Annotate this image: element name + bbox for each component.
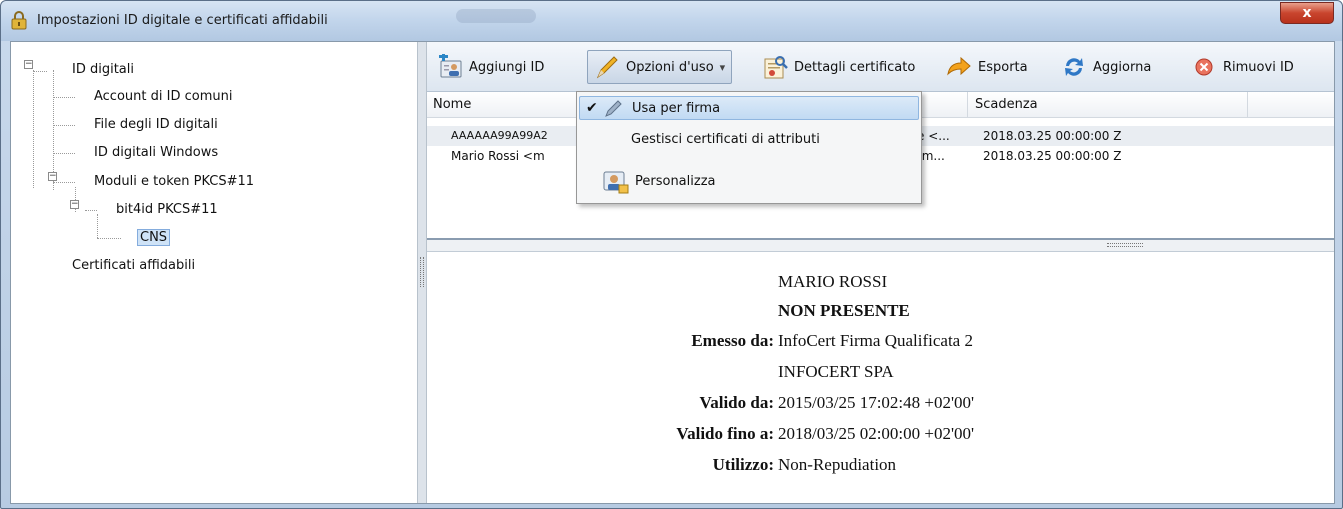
menu-item-label: Gestisci certificati di attributi (631, 132, 820, 147)
add-id-button[interactable]: Aggiungi ID (437, 50, 544, 84)
tree-connector (33, 71, 47, 72)
usage-value: Non-Repudiation (778, 455, 897, 474)
tree-item-cns[interactable]: CNS (137, 229, 171, 247)
pen-icon (605, 100, 622, 117)
tree-item-id-digitali[interactable]: ID digitali (72, 61, 134, 79)
detail-line: MARIO ROSSI (427, 272, 1334, 302)
export-arrow-icon (947, 56, 971, 76)
export-button[interactable]: Esporta (946, 50, 1028, 84)
menu-item-label: Usa per firma (632, 101, 721, 116)
menu-item-personalize[interactable]: Personalizza (579, 166, 919, 196)
detail-line: Valido fino a: 2018/03/25 02:00:00 +02'0… (427, 424, 1334, 454)
collapse-toggle[interactable]: − (48, 172, 57, 181)
issuer-organization: INFOCERT SPA (778, 362, 894, 381)
refresh-label: Aggiorna (1093, 59, 1152, 75)
certificate-details-button[interactable]: Dettagli certificato (762, 50, 915, 84)
usage-options-menu: ✔ Usa per firma Gestisci certificati di … (576, 91, 922, 204)
remove-id-label: Rimuovi ID (1223, 59, 1294, 75)
usage-options-button[interactable]: Opzioni d'uso ▾ (587, 50, 733, 84)
remove-id-button[interactable]: Rimuovi ID (1191, 50, 1294, 84)
tree-item-account-id-comuni[interactable]: Account di ID comuni (94, 88, 232, 106)
splitter-grip (420, 257, 424, 287)
title-bar[interactable]: Impostazioni ID digitale e certificati a… (1, 1, 1342, 41)
horizontal-splitter[interactable] (427, 238, 1334, 252)
checkmark-icon: ✔ (586, 100, 598, 116)
column-separator[interactable] (1247, 92, 1248, 118)
tree-connector (85, 210, 97, 211)
background-window-title (456, 9, 536, 23)
usage-label: Utilizzo: (712, 455, 774, 474)
detail-line: NON PRESENTE (427, 301, 1334, 331)
tree-item-file-id-digitali[interactable]: File degli ID digitali (94, 116, 218, 134)
tree-connector (97, 214, 98, 238)
splitter-grip (1107, 243, 1143, 247)
collapse-toggle[interactable]: − (70, 200, 79, 209)
column-header-nome[interactable]: Nome (433, 97, 471, 112)
vertical-splitter[interactable] (417, 42, 427, 503)
close-icon: x (1302, 5, 1312, 21)
add-id-icon (439, 54, 462, 78)
menu-item-label: Personalizza (635, 174, 716, 189)
valid-from-label: Valido da: (699, 393, 774, 412)
window: Impostazioni ID digitale e certificati a… (0, 0, 1343, 509)
tree-connector (53, 125, 75, 126)
personalize-icon (603, 171, 629, 194)
window-title: Impostazioni ID digitale e certificati a… (37, 13, 328, 28)
refresh-icon (1065, 58, 1083, 76)
valid-from-value: 2015/03/25 17:02:48 +02'00' (778, 393, 975, 412)
detail-line: Emesso da: InfoCert Firma Qualificata 2 (427, 331, 1334, 361)
tree-connector (33, 70, 34, 188)
tree-connector (53, 153, 75, 154)
chevron-down-icon: ▾ (719, 60, 726, 74)
collapse-toggle[interactable]: − (24, 60, 33, 69)
tree-connector (53, 97, 75, 98)
add-id-label: Aggiungi ID (469, 59, 545, 75)
issued-by-value: InfoCert Firma Qualificata 2 (778, 331, 973, 350)
tree-item-pkcs11-modules[interactable]: Moduli e token PKCS#11 (94, 173, 254, 191)
issued-by-label: Emesso da: (691, 331, 774, 350)
column-separator[interactable] (967, 92, 968, 118)
detail-line: Valido da: 2015/03/25 17:02:48 +02'00' (427, 393, 1334, 423)
toolbar: Aggiungi ID Opzioni d'uso ▾ Dettagli cer… (427, 42, 1334, 92)
tree-connector (97, 238, 121, 239)
refresh-button[interactable]: Aggiorna (1061, 50, 1151, 84)
menu-item-manage-attribute-certificates[interactable]: Gestisci certificati di attributi (579, 128, 919, 152)
usage-options-label: Opzioni d'uso (626, 59, 714, 75)
cell-name: AAAAAA99A99A2 (451, 129, 548, 142)
close-button[interactable]: x (1280, 2, 1334, 24)
detail-line: Utilizzo: Non-Repudiation (427, 455, 1334, 485)
valid-to-label: Valido fino a: (676, 424, 774, 443)
lock-icon (11, 11, 27, 30)
valid-to-value: 2018/03/25 02:00:00 +02'00' (778, 424, 975, 443)
tree-item-certificati-affidabili[interactable]: Certificati affidabili (72, 257, 195, 275)
remove-icon (1195, 58, 1213, 76)
column-header-scadenza[interactable]: Scadenza (975, 97, 1038, 112)
pen-icon (596, 56, 618, 79)
tree-pane: − − − ID digitali Account di ID comuni F… (11, 42, 417, 503)
export-label: Esporta (978, 59, 1028, 75)
tree-item-bit4id[interactable]: bit4id PKCS#11 (116, 201, 218, 219)
certificate-details-panel: MARIO ROSSI NON PRESENTE Emesso da: Info… (427, 254, 1334, 503)
tree-item-id-digitali-windows[interactable]: ID digitali Windows (94, 144, 218, 162)
cell-name: Mario Rossi <m (451, 149, 545, 163)
certificate-status: NON PRESENTE (778, 301, 910, 320)
certificate-details-label: Dettagli certificato (794, 59, 916, 75)
certificate-icon (764, 56, 788, 79)
cell-expiry: 2018.03.25 00:00:00 Z (983, 129, 1122, 143)
detail-line: INFOCERT SPA (427, 362, 1334, 392)
tree-connector (53, 182, 75, 183)
menu-item-use-for-signing[interactable]: ✔ Usa per firma (579, 96, 919, 120)
cell-expiry: 2018.03.25 00:00:00 Z (983, 149, 1122, 163)
certificate-subject-name: MARIO ROSSI (778, 272, 888, 291)
